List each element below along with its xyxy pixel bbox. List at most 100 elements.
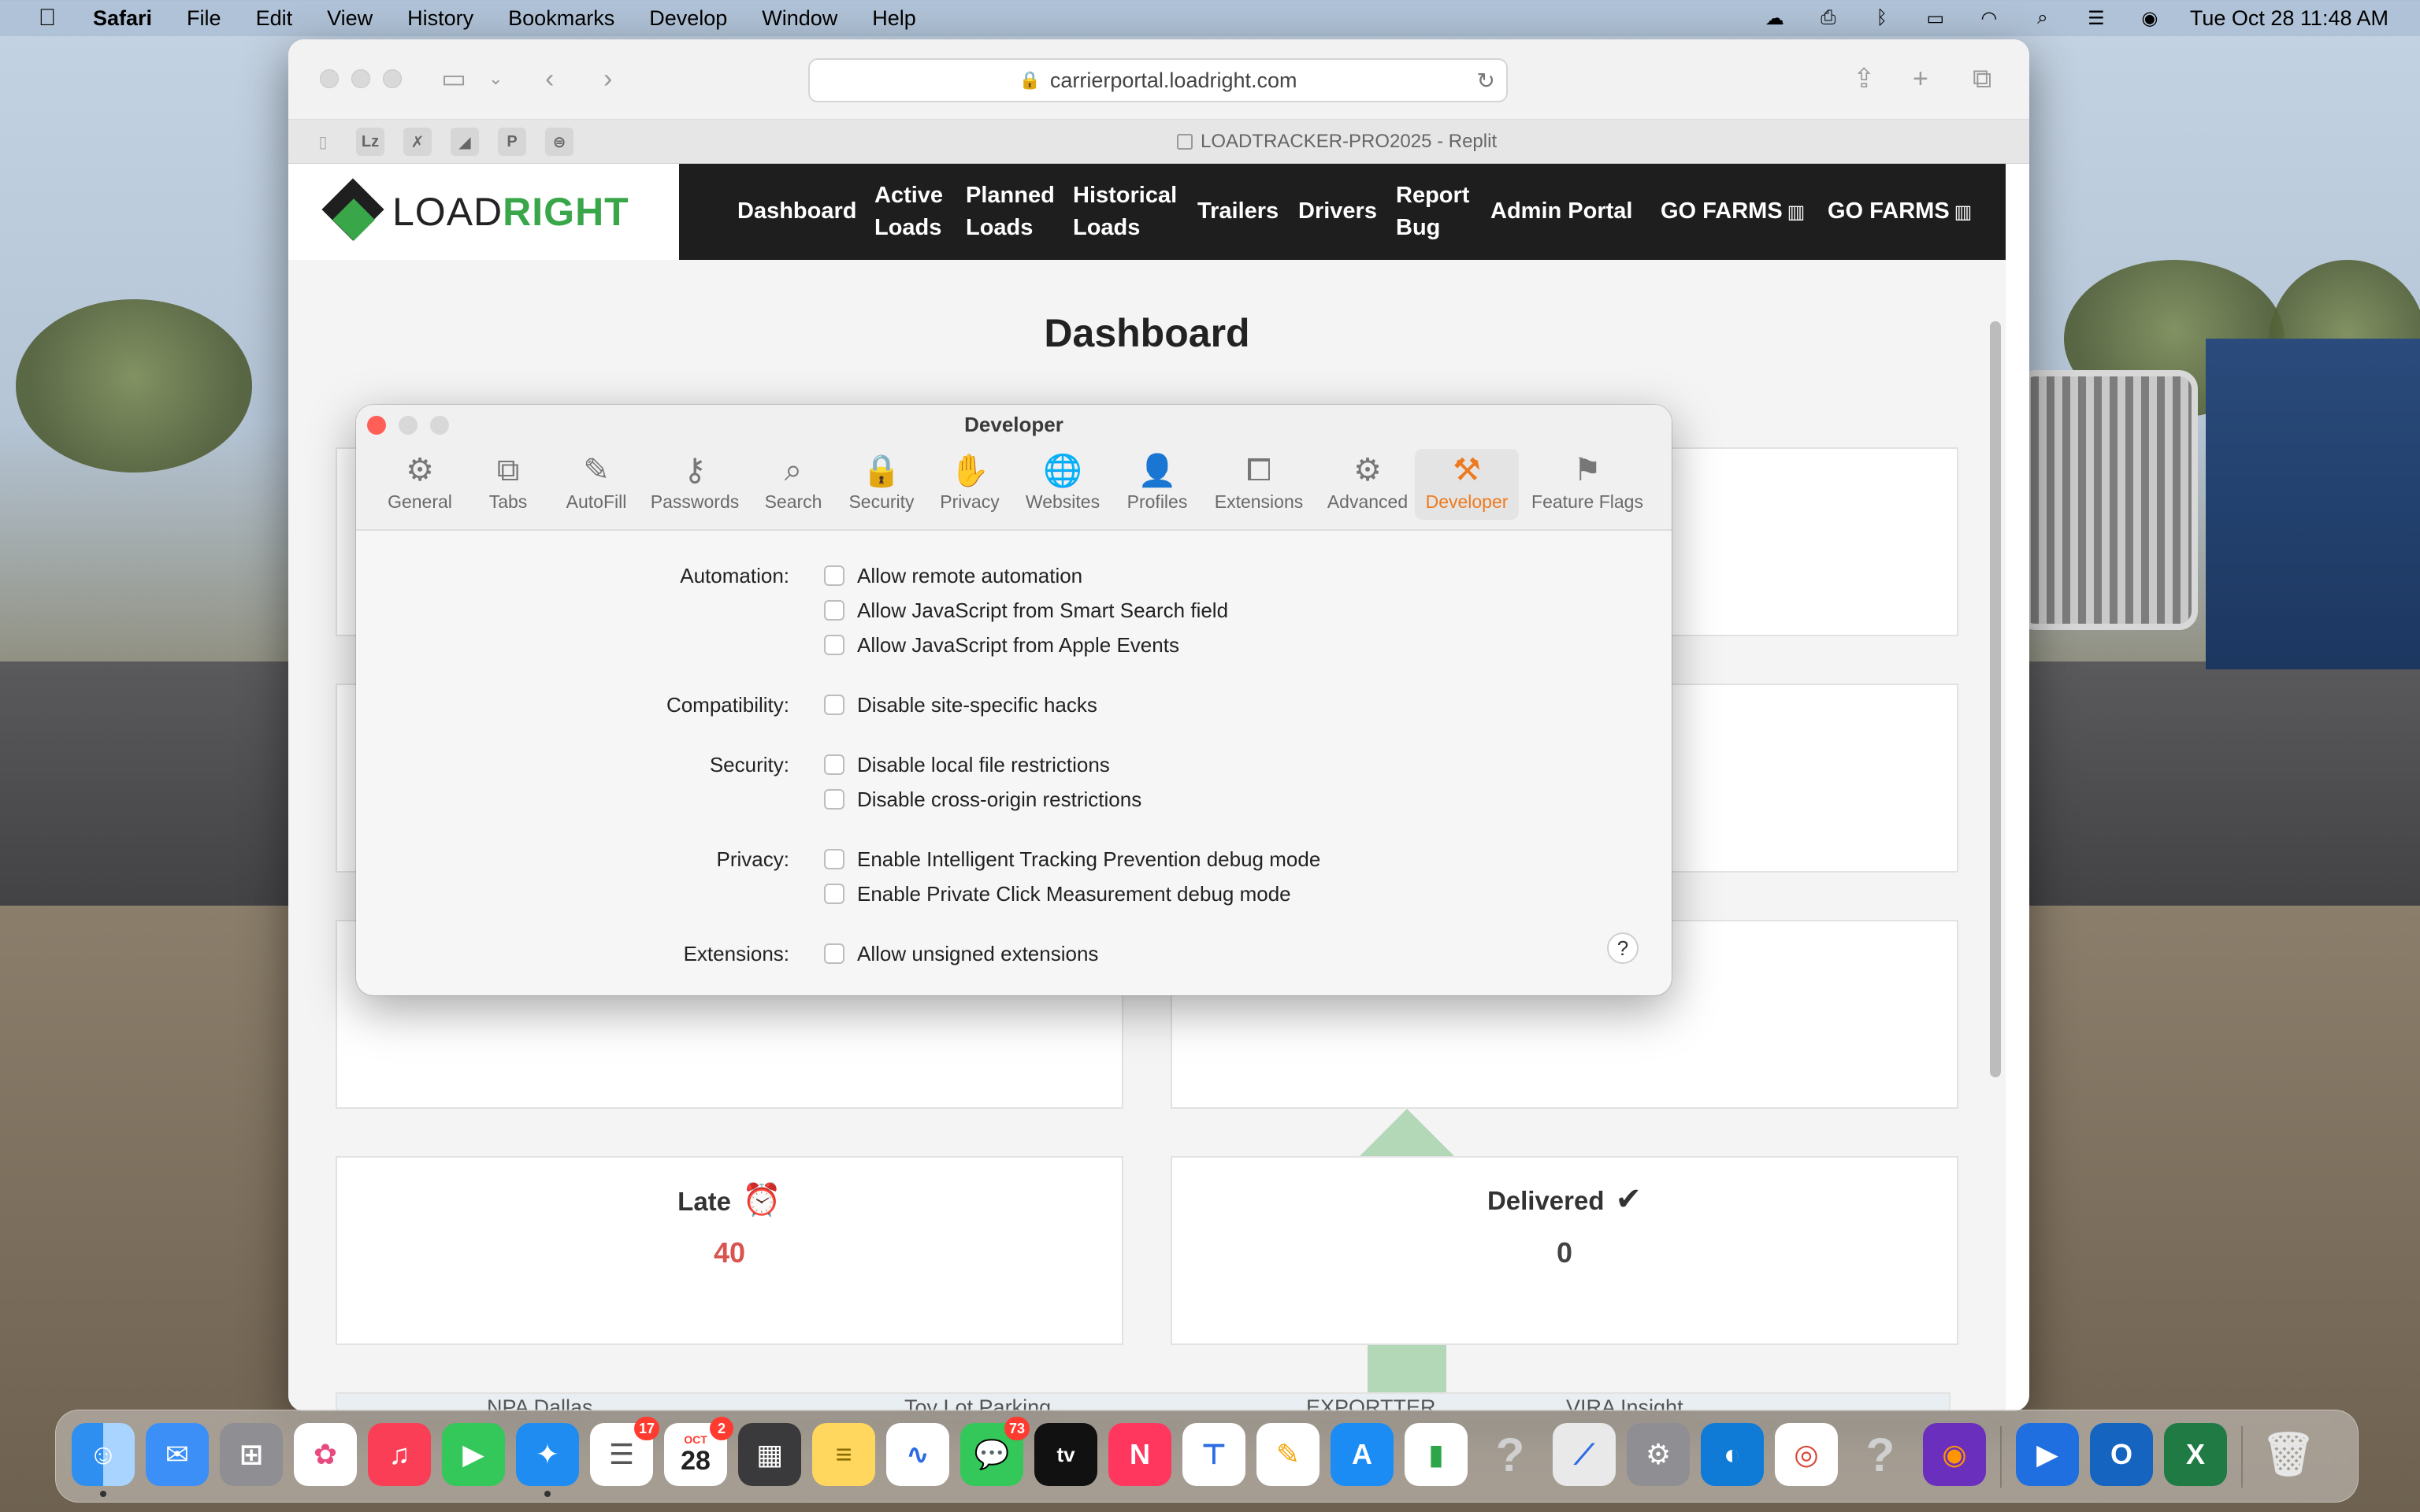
finder-icon[interactable]: ☺ xyxy=(72,1423,135,1497)
zoom-window-button[interactable] xyxy=(383,69,402,88)
menu-help[interactable]: Help xyxy=(872,6,916,31)
edge-icon[interactable]: ◐ xyxy=(1701,1423,1764,1486)
menu-bookmarks[interactable]: Bookmarks xyxy=(508,6,614,31)
option-label[interactable]: Allow remote automation xyxy=(857,564,1082,588)
tab-extensions[interactable]: ⧠ Extensions xyxy=(1204,449,1314,520)
remote-desktop-icon[interactable]: ▶ xyxy=(2016,1423,2079,1486)
checkbox-allow-unsigned-extensions[interactable] xyxy=(824,943,844,964)
apple-tv-icon[interactable]: tv xyxy=(1034,1423,1097,1486)
safari-icon[interactable]: ✦ xyxy=(516,1423,579,1497)
option-label[interactable]: Disable local file restrictions xyxy=(857,753,1110,777)
firefox-icon[interactable]: ◉ xyxy=(1923,1423,1986,1486)
reminders-icon[interactable]: ☰ 17 xyxy=(590,1417,659,1486)
question-mark-app-icon[interactable]: ? xyxy=(1849,1423,1912,1486)
tab-search[interactable]: ⌕ Search xyxy=(747,449,840,520)
messages-icon[interactable]: 💬 73 xyxy=(960,1417,1030,1486)
late-card[interactable]: Late ⏰ 40 xyxy=(336,1156,1123,1345)
option-label[interactable]: Disable site-specific hacks xyxy=(857,693,1097,717)
system-settings-icon[interactable]: ⚙ xyxy=(1627,1423,1690,1486)
menu-history[interactable]: History xyxy=(407,6,473,31)
help-button[interactable]: ? xyxy=(1607,932,1639,964)
favorite-4[interactable]: P xyxy=(498,128,526,156)
music-icon[interactable]: ♫ xyxy=(368,1423,431,1486)
screenshot-app-icon[interactable]: ⟋ xyxy=(1553,1423,1616,1486)
excel-icon[interactable]: X xyxy=(2164,1423,2227,1486)
favorite-3[interactable]: ◢ xyxy=(451,128,479,156)
nav-dashboard[interactable]: Dashboard xyxy=(737,195,856,228)
nav-company-2[interactable]: GO FARMS ▥ xyxy=(1828,195,1972,228)
active-tab[interactable]: LOADTRACKER-PRO2025 - Replit xyxy=(1177,131,1497,153)
checkbox-disable-cross-origin[interactable] xyxy=(824,789,844,810)
forward-icon[interactable]: › xyxy=(603,60,612,98)
checkbox-itp-debug[interactable] xyxy=(824,849,844,869)
nav-drivers[interactable]: Drivers xyxy=(1298,195,1377,228)
nav-historical-loads[interactable]: Historical Loads xyxy=(1073,180,1183,244)
option-label[interactable]: Allow unsigned extensions xyxy=(857,942,1098,966)
tab-websites[interactable]: 🌐 Websites xyxy=(1011,449,1114,520)
checkbox-allow-remote-automation[interactable] xyxy=(824,565,844,586)
delivered-card[interactable]: Delivered ✔ 0 xyxy=(1171,1156,1958,1345)
option-label[interactable]: Allow JavaScript from Apple Events xyxy=(857,633,1179,658)
calendar-icon[interactable]: OCT 28 2 xyxy=(664,1417,733,1486)
menu-window[interactable]: Window xyxy=(762,6,837,31)
sidebar-toggle-icon[interactable]: ▭ xyxy=(441,60,466,98)
tab-developer[interactable]: ⚒ Developer xyxy=(1415,449,1519,520)
menu-view[interactable]: View xyxy=(327,6,373,31)
calculator-icon[interactable]: ▦ xyxy=(738,1423,801,1486)
tab-security[interactable]: 🔒 Security xyxy=(835,449,928,520)
menu-edit[interactable]: Edit xyxy=(256,6,293,31)
chevron-down-icon[interactable]: ⌄ xyxy=(488,60,503,98)
news-icon[interactable]: N xyxy=(1108,1423,1171,1486)
apple-menu-icon[interactable]:  xyxy=(32,5,63,32)
minimize-window-button[interactable] xyxy=(351,69,370,88)
menu-develop[interactable]: Develop xyxy=(649,6,727,31)
checkbox-disable-site-hacks[interactable] xyxy=(824,695,844,715)
creative-cloud-icon[interactable]: ☁ xyxy=(1761,8,1788,29)
pages-icon[interactable]: ✎ xyxy=(1256,1423,1319,1486)
menu-file[interactable]: File xyxy=(187,6,221,31)
tab-advanced[interactable]: ⚙ Advanced xyxy=(1316,449,1420,520)
checkbox-pcm-debug[interactable] xyxy=(824,884,844,904)
launchpad-icon[interactable]: ⊞ xyxy=(220,1423,283,1486)
freeform-icon[interactable]: ∿ xyxy=(886,1423,949,1486)
siri-icon[interactable]: ◉ xyxy=(2136,8,2163,29)
nav-active-loads[interactable]: Active Loads xyxy=(874,180,953,244)
menu-clock[interactable]: Tue Oct 28 11:48 AM xyxy=(2190,6,2388,31)
facetime-icon[interactable]: ▶ xyxy=(442,1423,505,1486)
nav-company-1[interactable]: GO FARMS ▥ xyxy=(1661,195,1805,228)
tab-profiles[interactable]: 👤 Profiles xyxy=(1111,449,1204,520)
notes-icon[interactable]: ≡ xyxy=(812,1423,875,1486)
option-label[interactable]: Enable Intelligent Tracking Prevention d… xyxy=(857,847,1320,872)
back-icon[interactable]: ‹ xyxy=(545,60,554,98)
new-tab-icon[interactable]: + xyxy=(1913,60,1928,98)
favorite-1[interactable]: Lz xyxy=(356,128,384,156)
address-bar[interactable]: 🔒 carrierportal.loadright.com ↻ xyxy=(808,58,1508,102)
favorite-5[interactable]: ⊜ xyxy=(545,128,573,156)
option-label[interactable]: Allow JavaScript from Smart Search field xyxy=(857,598,1228,623)
nav-report-bug[interactable]: Report Bug xyxy=(1396,180,1475,244)
option-label[interactable]: Disable cross-origin restrictions xyxy=(857,788,1141,812)
tab-feature-flags[interactable]: ⚑ Feature Flags xyxy=(1522,449,1653,520)
favorite-2[interactable]: ✗ xyxy=(403,128,432,156)
printer-alert-icon[interactable]: ⎙ xyxy=(1815,7,1842,28)
spotlight-search-icon[interactable]: ⌕ xyxy=(2029,7,2056,28)
nav-planned-loads[interactable]: Planned Loads xyxy=(966,180,1060,244)
nav-admin-portal[interactable]: Admin Portal xyxy=(1490,195,1632,228)
option-label[interactable]: Enable Private Click Measurement debug m… xyxy=(857,882,1291,906)
share-icon[interactable]: ⇪ xyxy=(1853,60,1876,98)
tab-autofill[interactable]: ✎ AutoFill xyxy=(550,449,643,520)
menu-app-safari[interactable]: Safari xyxy=(93,6,152,31)
app-store-icon[interactable]: A xyxy=(1331,1423,1394,1486)
trash-icon[interactable]: 🗑 xyxy=(2257,1423,2320,1486)
numbers-icon[interactable]: ▮ xyxy=(1405,1423,1468,1486)
tab-passwords[interactable]: ⚷ Passwords xyxy=(644,449,745,520)
wifi-icon[interactable]: ◠ xyxy=(1976,8,2002,29)
favorites-doc-icon[interactable]: ▯ xyxy=(309,128,337,156)
page-scrollbar[interactable] xyxy=(1990,321,2001,1077)
reload-icon[interactable]: ↻ xyxy=(1477,68,1495,94)
tab-overview-icon[interactable]: ⧉ xyxy=(1973,60,1991,98)
bluetooth-icon[interactable]: ᛒ xyxy=(1869,7,1895,28)
control-center-icon[interactable]: ☰ xyxy=(2083,8,2110,29)
close-window-button[interactable] xyxy=(320,69,339,88)
nav-trailers[interactable]: Trailers xyxy=(1197,195,1279,228)
